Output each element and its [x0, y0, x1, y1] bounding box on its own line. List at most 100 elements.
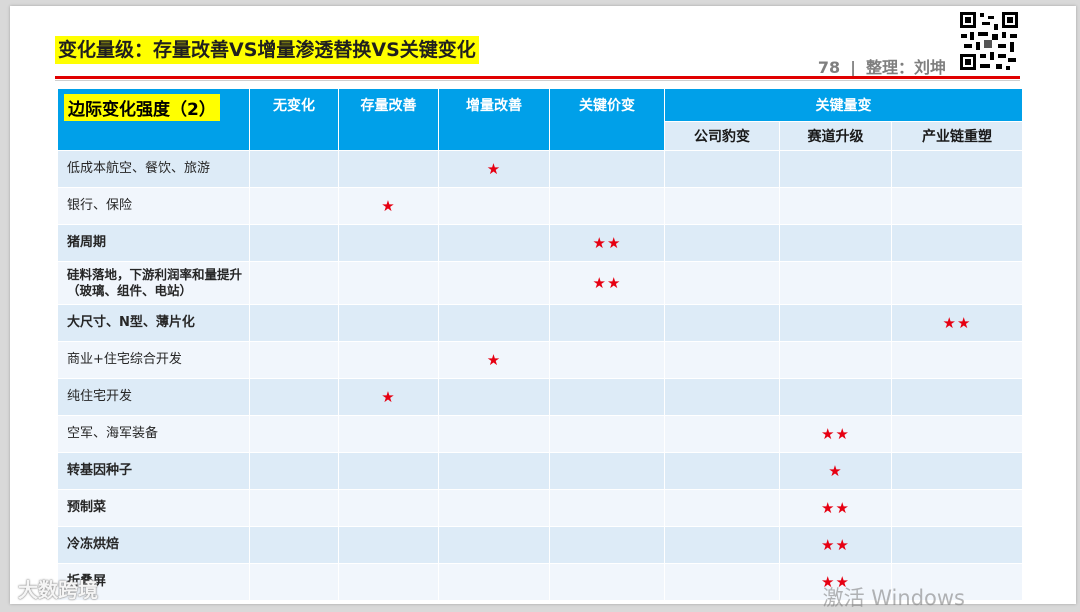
- table-cell: [338, 415, 439, 453]
- corner-label: 边际变化强度（2）: [64, 94, 220, 121]
- table-cell: [891, 378, 1023, 416]
- table-cell: ★: [338, 378, 439, 416]
- star-rating: ★★: [821, 425, 850, 443]
- star-rating: ★: [381, 388, 396, 406]
- row-label: 转基因种子: [57, 452, 250, 490]
- table-cell: [664, 452, 780, 490]
- table-cell: [891, 261, 1023, 305]
- table-cell: [664, 224, 780, 262]
- star-rating: ★: [381, 197, 396, 215]
- table-row: 大尺寸、N型、薄片化 ★★: [57, 304, 1023, 342]
- star-rating: ★★: [592, 234, 622, 252]
- table-cell: [338, 452, 439, 490]
- table-cell: [664, 187, 780, 225]
- row-label: 纯住宅开发: [57, 378, 250, 416]
- table-cell: [779, 261, 892, 305]
- table-cell: ★: [779, 452, 892, 490]
- table-row: 商业+住宅综合开发 ★: [57, 341, 1023, 379]
- slide-title: 变化量级：存量改善VS增量渗透替换VS关键变化: [55, 36, 479, 64]
- table-row: 转基因种子 ★: [57, 452, 1023, 490]
- table-cell: [438, 304, 550, 342]
- table-cell: [664, 489, 780, 527]
- table-cell: [338, 526, 439, 564]
- star-rating: ★★: [821, 536, 850, 554]
- table-cell: [438, 452, 550, 490]
- table-cell: [438, 224, 550, 262]
- star-rating: ★★: [942, 314, 972, 332]
- header-key-volume-change: 关键量变: [664, 88, 1023, 122]
- table-cell: [549, 341, 665, 379]
- row-label: 低成本航空、餐饮、旅游: [57, 150, 250, 188]
- table-cell: ★★: [891, 304, 1023, 342]
- table-row: 纯住宅开发 ★: [57, 378, 1023, 416]
- table-cell: [338, 150, 439, 188]
- table-cell: [891, 341, 1023, 379]
- row-label: 空军、海军装备: [57, 415, 250, 453]
- page-number: 78: [817, 58, 841, 77]
- table-cell: ★: [338, 187, 439, 225]
- table-cell: [664, 415, 780, 453]
- table-cell: [891, 187, 1023, 225]
- row-label: 大尺寸、N型、薄片化: [57, 304, 250, 342]
- row-label: 银行、保险: [57, 187, 250, 225]
- row-label: 商业+住宅综合开发: [57, 341, 250, 379]
- author: 整理：刘坤: [865, 58, 946, 77]
- table-cell: [249, 489, 339, 527]
- table-row: 空军、海军装备 ★★: [57, 415, 1023, 453]
- page-info: 78 | 整理：刘坤: [818, 54, 946, 78]
- table-cell: [249, 415, 339, 453]
- table-cell: [664, 341, 780, 379]
- star-rating: ★: [828, 462, 843, 480]
- table-cell: [891, 150, 1023, 188]
- table-cell: [779, 187, 892, 225]
- table-cell: [438, 378, 550, 416]
- table-cell: [664, 261, 780, 305]
- table-cell: ★★: [549, 261, 665, 305]
- table-cell: [891, 415, 1023, 453]
- title-rule-red: [55, 76, 1020, 79]
- header-stock-improvement: 存量改善: [338, 88, 439, 151]
- table-cell: [549, 489, 665, 527]
- table-body: 低成本航空、餐饮、旅游 ★ 银行、保险 ★ 猪周期 ★★ 硅料落地，下游利润率和量提升…: [57, 150, 1023, 601]
- table-cell: [549, 526, 665, 564]
- page-separator: |: [850, 58, 856, 77]
- table-cell: [779, 150, 892, 188]
- table-cell: [438, 526, 550, 564]
- table-cell: [249, 341, 339, 379]
- table-cell: [891, 224, 1023, 262]
- table-cell: ★★: [779, 489, 892, 527]
- subheader-chain-reshape: 产业链重塑: [891, 121, 1023, 151]
- slide: 变化量级：存量改善VS增量渗透替换VS关键变化 78 | 整理：刘坤 边际变化强…: [10, 6, 1076, 604]
- table-cell: [664, 526, 780, 564]
- table-cell: ★★: [779, 526, 892, 564]
- header-incremental-improvement: 增量改善: [438, 88, 550, 151]
- star-rating: ★★: [821, 499, 850, 517]
- table-cell: [249, 261, 339, 305]
- table-row: 猪周期 ★★: [57, 224, 1023, 262]
- table-cell: [338, 304, 439, 342]
- table-cell: [779, 224, 892, 262]
- table-row: 硅料落地，下游利润率和量提升（玻璃、组件、电站） ★★: [57, 261, 1023, 305]
- table-cell: [338, 224, 439, 262]
- row-label: 猪周期: [57, 224, 250, 262]
- table-cell: [891, 526, 1023, 564]
- table-row: 预制菜 ★★: [57, 489, 1023, 527]
- table-cell: [338, 563, 439, 601]
- row-label: 冷冻烘焙: [57, 526, 250, 564]
- header-no-change: 无变化: [249, 88, 339, 151]
- table-cell: [249, 224, 339, 262]
- table-cell: ★★: [549, 224, 665, 262]
- subheader-track-upgrade: 赛道升级: [779, 121, 892, 151]
- table-cell: [438, 415, 550, 453]
- table-cell: [664, 304, 780, 342]
- table-cell: [249, 526, 339, 564]
- change-intensity-table: 边际变化强度（2） 无变化 存量改善 增量改善 关键价变 关键量变 公司豹变 赛…: [57, 88, 1023, 601]
- table-cell: [779, 378, 892, 416]
- table-cell: [549, 304, 665, 342]
- table-cell: [549, 150, 665, 188]
- title-rule-gray: [55, 80, 1020, 81]
- header-key-price-change: 关键价变: [549, 88, 665, 151]
- table-cell: [664, 150, 780, 188]
- table-cell: [891, 489, 1023, 527]
- watermark-activate-windows: 激活 Windows: [822, 586, 965, 610]
